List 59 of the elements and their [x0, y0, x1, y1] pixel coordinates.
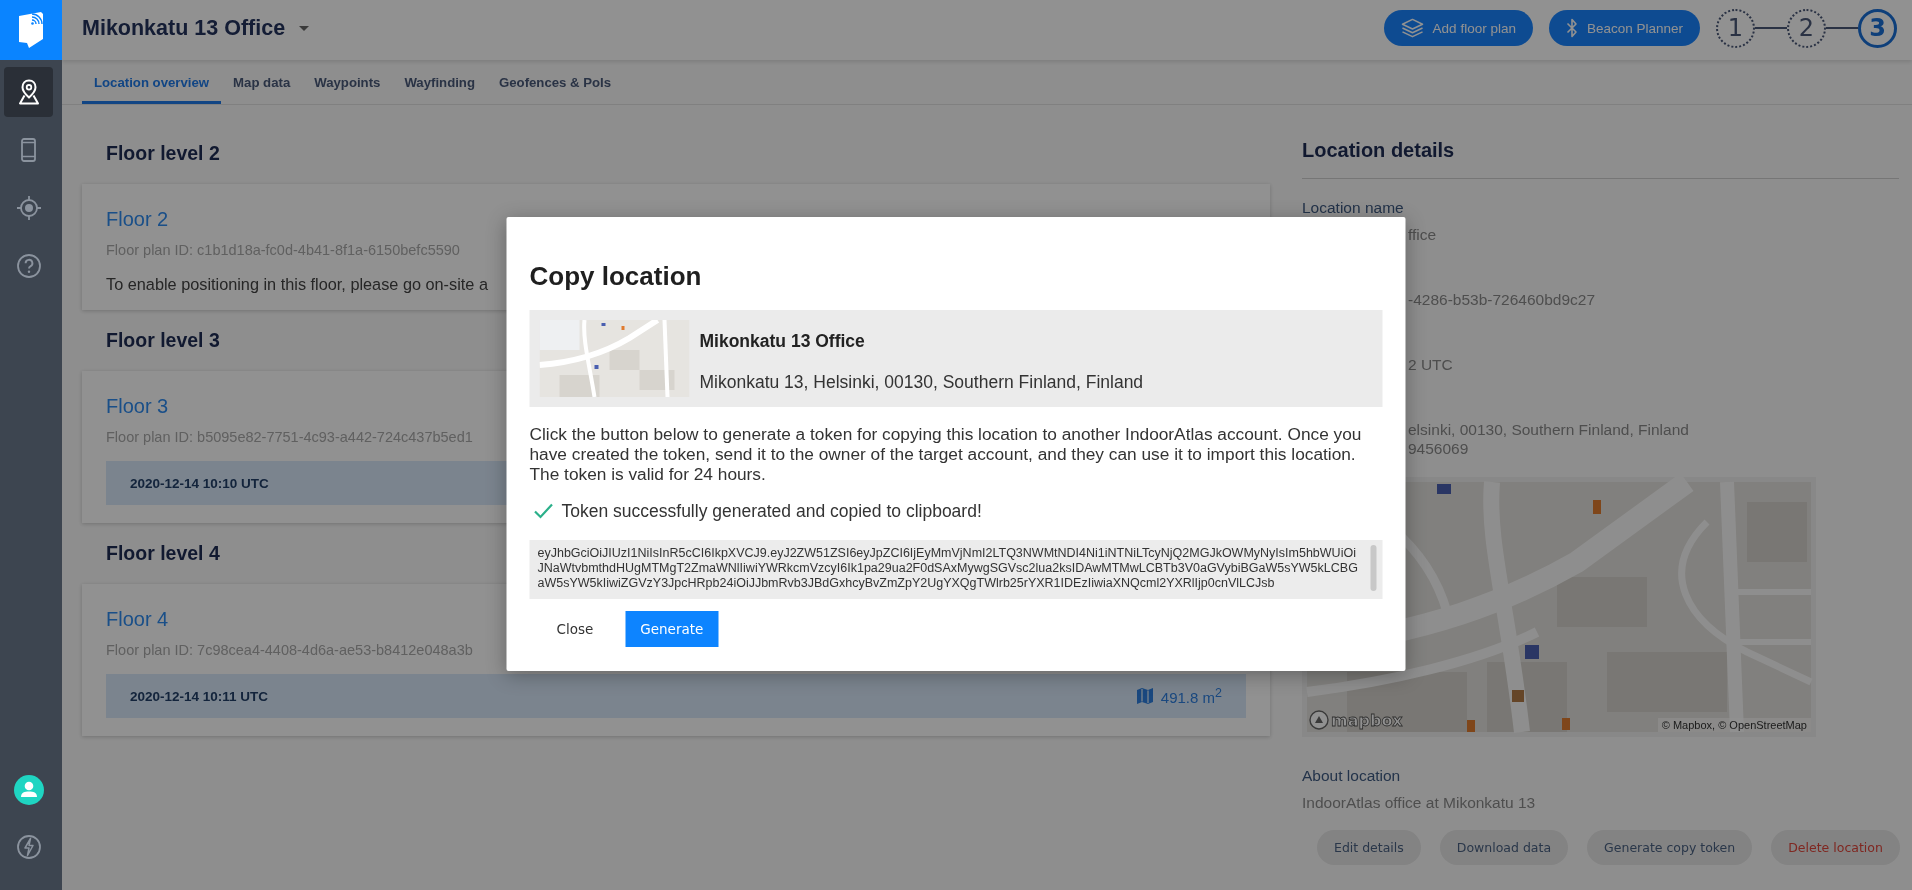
floor-area: 491.8 m$^{2}$	[1160, 686, 1222, 706]
tab[interactable]: Wayfinding	[392, 60, 487, 104]
phone-icon	[21, 138, 36, 162]
help-icon	[16, 254, 41, 278]
action-button[interactable]: Download data	[1439, 830, 1569, 865]
beacon-planner-button[interactable]: Beacon Planner	[1548, 10, 1700, 46]
location-switcher[interactable]: Mikonkatu 13 Office	[82, 15, 310, 41]
location-address: Mikonkatu 13, Helsinki, 00130, Southern Finland, Finland	[699, 372, 1144, 392]
step-connector	[1826, 27, 1858, 29]
token-field[interactable]: eyJhbGciOiJIUzI1NiIsInR5cCI6IkpXVCJ9.eyJ2ZW51ZSI6eyJpZCI6IjEyMmVjNmI2LTQ3NWMtNDI4Ni1iNTNiLTcyNjQ2MGJkOWMyNyIsIm5hbWUiOiJNaWtvbmthdHUgMTMgT2ZmaWNlIiwiYWRkcmVzcyI6Ik1pa29ua2F0dSAxMywgSGVsc2lua2ksIDAwMTMwLCBTb3V0aGVybiBGaW5sYW5kLCBGaW5sYW5kIiwiZGVzY3JpcHRpb24iOiJJbmRvb3JBdGxhcyBvZmZpY2UgYXQgTWlrb25rYXR1IDEzIiwiaXNQcml2YXRlIjp0cnVlLCJsb	[529, 540, 1383, 599]
floor-link[interactable]: Floor 2	[106, 206, 169, 232]
tab[interactable]: Location overview	[82, 60, 222, 104]
tab[interactable]: Waypoints	[302, 60, 393, 104]
floor-date: 2020-12-14 10:10 UTC	[130, 475, 269, 491]
field-label: About location	[1302, 767, 1401, 785]
action-button[interactable]: Edit details	[1317, 830, 1421, 865]
floor-level-heading: Floor level 2	[106, 142, 220, 165]
positioning-note: To enable positioning in this floor, please go on-site a	[106, 274, 488, 294]
field-value: ffice	[1408, 225, 1437, 244]
action-button[interactable]: Delete location	[1771, 830, 1900, 865]
floor-link[interactable]: Floor 4	[106, 606, 169, 632]
field-value: 2 UTC	[1408, 355, 1453, 374]
map-logo-text[interactable]: mapbox	[1331, 710, 1403, 730]
field-value: IndoorAtlas office at Mikonkatu 13	[1302, 793, 1536, 813]
field-value: elsinki, 00130, Southern Finland, Finland	[1408, 420, 1689, 439]
target-icon	[16, 196, 41, 220]
floor-level-heading: Floor level 3	[106, 329, 220, 352]
avatar-icon[interactable]	[14, 775, 44, 805]
step-indicator[interactable]: 3	[1858, 8, 1897, 48]
home-link[interactable]	[0, 0, 62, 60]
scrollbar[interactable]	[1370, 545, 1377, 591]
add-floor-plan-button[interactable]: Add floor plan	[1383, 10, 1533, 46]
field-value: 9456069	[1408, 439, 1469, 458]
modal-description: Click the button below to generate a token for copying this location to another IndoorAtlas account. Once you have created the token, send it to the owner of the target account, and they can use it to import this location. The token is valid for 24 hours.	[529, 424, 1363, 484]
bluetooth-icon	[1565, 18, 1578, 38]
map-pin-icon	[17, 79, 40, 105]
nav-button[interactable]	[4, 67, 53, 117]
location-name: Mikonkatu 13 Office	[699, 331, 865, 351]
field-value: -4286-b53b-726460bd9c27	[1408, 290, 1596, 309]
generate-button[interactable]: Generate	[625, 611, 719, 647]
check-icon	[533, 503, 554, 519]
caret-down-icon	[299, 25, 310, 31]
logo-icon	[1309, 710, 1329, 730]
step-connector	[1755, 27, 1787, 29]
close-button[interactable]: Close	[529, 611, 621, 647]
layers-icon	[1400, 17, 1424, 39]
tab[interactable]: Map data	[221, 60, 303, 104]
section-title: Location details	[1302, 138, 1455, 163]
floor-level-heading: Floor level 4	[106, 542, 220, 565]
map-icon	[1135, 687, 1154, 705]
field-label: Location name	[1302, 199, 1404, 217]
lightning-icon[interactable]	[17, 835, 41, 859]
success-message: Token successfully generated and copied to clipboard!	[561, 501, 982, 521]
floor-date: 2020-12-14 10:11 UTC	[130, 688, 269, 704]
floor-link[interactable]: Floor 3	[106, 393, 169, 419]
logo-icon	[17, 11, 45, 49]
action-button[interactable]: Generate copy token	[1587, 830, 1753, 865]
tab[interactable]: Geofences & PoIs	[487, 60, 624, 104]
modal-title: Copy location	[529, 260, 702, 292]
